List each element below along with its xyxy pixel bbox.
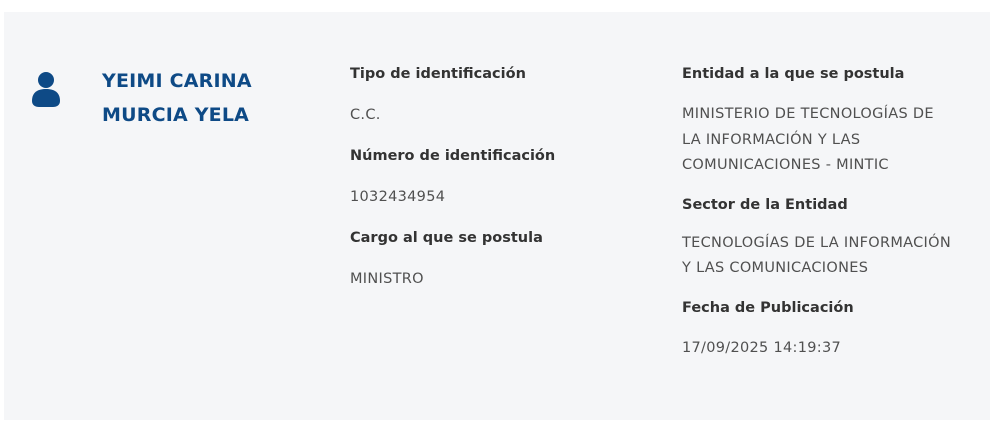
candidate-name-line2: MURCIA YELA — [102, 104, 250, 126]
id-type-value: C.C. — [350, 107, 381, 123]
sector-value: TECNOLOGÍAS DE LA INFORMACIÓN Y LAS COMU… — [682, 231, 987, 282]
candidate-name-line1: YEIMI CARINA — [102, 70, 252, 92]
candidate-card: YEIMI CARINA MURCIA YELA Tipo de identif… — [4, 12, 990, 420]
entity-value-line3: COMUNICACIONES - MINTIC — [682, 157, 889, 173]
entity-value-line1: MINISTERIO DE TECNOLOGÍAS DE — [682, 106, 934, 122]
user-icon — [28, 68, 64, 118]
sector-value-line1: TECNOLOGÍAS DE LA INFORMACIÓN — [682, 234, 951, 251]
position-label: Cargo al que se postula — [350, 230, 543, 246]
id-number-value: 1032434954 — [350, 189, 446, 205]
position-value: MINISTRO — [350, 271, 424, 287]
sector-label: Sector de la Entidad — [682, 196, 848, 213]
id-type-label: Tipo de identificación — [350, 66, 526, 82]
sector-value-line2: Y LAS COMUNICACIONES — [682, 260, 869, 276]
candidate-name: YEIMI CARINA MURCIA YELA — [102, 64, 302, 132]
entity-column: Entidad a la que se postula MINISTERIO D… — [682, 62, 987, 361]
identification-column: Tipo de identificación C.C. Número de id… — [350, 62, 650, 292]
entity-value: MINISTERIO DE TECNOLOGÍAS DE LA INFORMAC… — [682, 102, 987, 179]
entity-label: Entidad a la que se postula — [682, 66, 905, 82]
publication-date-value: 17/09/2025 14:19:37 — [682, 339, 842, 356]
id-number-label: Número de identificación — [350, 148, 556, 164]
entity-value-line2: LA INFORMACIÓN Y LAS — [682, 131, 861, 148]
publication-date-label: Fecha de Publicación — [682, 299, 854, 316]
